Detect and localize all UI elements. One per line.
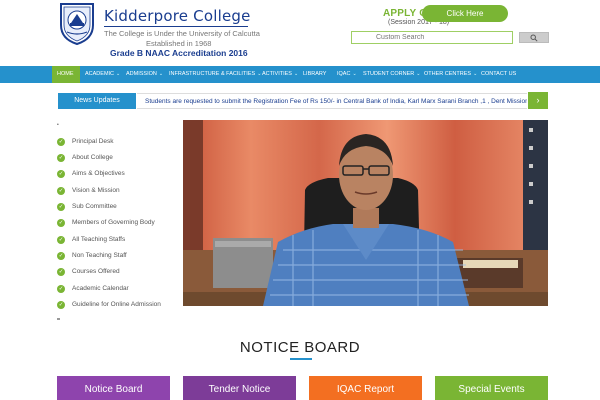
nav-activities[interactable]: ACTIVITIES ⌄ [262,66,298,83]
title-underline [104,26,248,27]
search-icon [530,33,538,42]
chevron-down-icon: ⌄ [416,71,421,77]
iqac-report-tile[interactable]: IQAC Report [309,376,422,400]
established-year: Established in 1968 [146,39,212,48]
nav-iqac[interactable]: IQAC ⌄ [337,66,357,83]
chevron-down-icon: ⌄ [116,71,121,77]
sidebar-item-sub-committee[interactable]: ✓ Sub Committee [57,201,177,213]
nav-academic[interactable]: ACADEMIC ⌄ [85,66,120,83]
nav-student-corner[interactable]: STUDENT CORNER ⌄ [363,66,420,83]
college-logo[interactable] [57,1,97,46]
chevron-down-icon: ⌄ [158,71,164,77]
sidebar-item-aims-objectives[interactable]: ✓ Aims & Objectives [57,168,177,180]
nav-admission[interactable]: ADMISSION ⌄ [126,66,163,83]
check-circle-icon: ✓ [57,219,65,227]
notice-board-tile[interactable]: Notice Board [57,376,170,400]
site-header: Kidderpore College The College is Under … [0,0,600,66]
special-events-tile[interactable]: Special Events [435,376,548,400]
sidebar-item-teaching-staffs[interactable]: ✓ All Teaching Staffs [57,234,177,246]
check-circle-icon: ✓ [57,187,65,195]
check-circle-icon: ✓ [57,138,65,146]
apply-click-here-button[interactable]: Click Here [422,5,508,22]
nav-contact-us[interactable]: CONTACT US [481,66,516,83]
main-nav: HOME ACADEMIC ⌄ ADMISSION ⌄ INFRASTRUCTURE… [0,66,600,83]
sidebar-item-academic-calendar[interactable]: ✓ Academic Calendar [57,283,177,295]
sidebar-item-principal-desk[interactable]: ✓ Principal Desk [57,136,177,148]
nav-library[interactable]: LIBRARY [303,66,326,83]
sidebar-scrollbar[interactable] [57,318,60,320]
tender-notice-tile[interactable]: Tender Notice [183,376,296,400]
chevron-down-icon: ⌄ [352,71,357,77]
sidebar-menu: • ✓ Principal Desk ✓ About College ✓ Aims &… [57,120,177,320]
sidebar-item-non-teaching-staff[interactable]: ✓ Non Teaching Staff [57,250,177,262]
check-circle-icon: ✓ [57,268,65,276]
news-updates-label: News Updates [58,93,136,109]
check-circle-icon: ✓ [57,236,65,244]
check-circle-icon: ✓ [57,252,65,260]
principal-photo [183,120,548,306]
naac-grade: Grade B NAAC Accreditation 2016 [110,48,248,58]
sidebar-item-about-college[interactable]: ✓ About College [57,152,177,164]
search-input[interactable] [351,31,513,44]
college-name[interactable]: Kidderpore College [104,7,251,25]
check-circle-icon: ✓ [57,154,65,162]
news-next-button[interactable]: › [528,92,548,109]
sidebar-item-online-admission-guideline[interactable]: ✓ Guideline for Online Admission [57,299,177,311]
notice-heading-underline [290,358,312,360]
college-tagline: The College is Under the University of C… [104,29,260,38]
sidebar-item-vision-mission[interactable]: ✓ Vision & Mission [57,185,177,197]
news-ticker-text[interactable]: Students are requested to submit the Reg… [145,94,527,108]
sidebar-item-courses-offered[interactable]: ✓ Courses Offered [57,266,177,278]
chevron-down-icon: ⌄ [257,71,262,77]
search-button[interactable] [519,32,549,43]
nav-infrastructure[interactable]: INFRASTRUCTURE & FACILITIES ⌄ [169,66,261,83]
news-ticker: Students are requested to submit the Reg… [137,93,527,109]
check-circle-icon: ✓ [57,203,65,211]
bullet-dot-icon: • [57,122,59,128]
chevron-down-icon: ⌄ [473,71,478,77]
check-circle-icon: ✓ [57,170,65,178]
nav-other-centres[interactable]: OTHER CENTRES ⌄ [424,66,477,83]
notice-board-heading: NOTICE BOARD [239,339,361,356]
sidebar-item-governing-body[interactable]: ✓ Members of Governing Body [57,217,177,229]
chevron-down-icon: ⌄ [293,71,299,77]
nav-home[interactable]: HOME [52,66,80,83]
check-circle-icon: ✓ [57,285,65,293]
check-circle-icon: ✓ [57,301,65,309]
